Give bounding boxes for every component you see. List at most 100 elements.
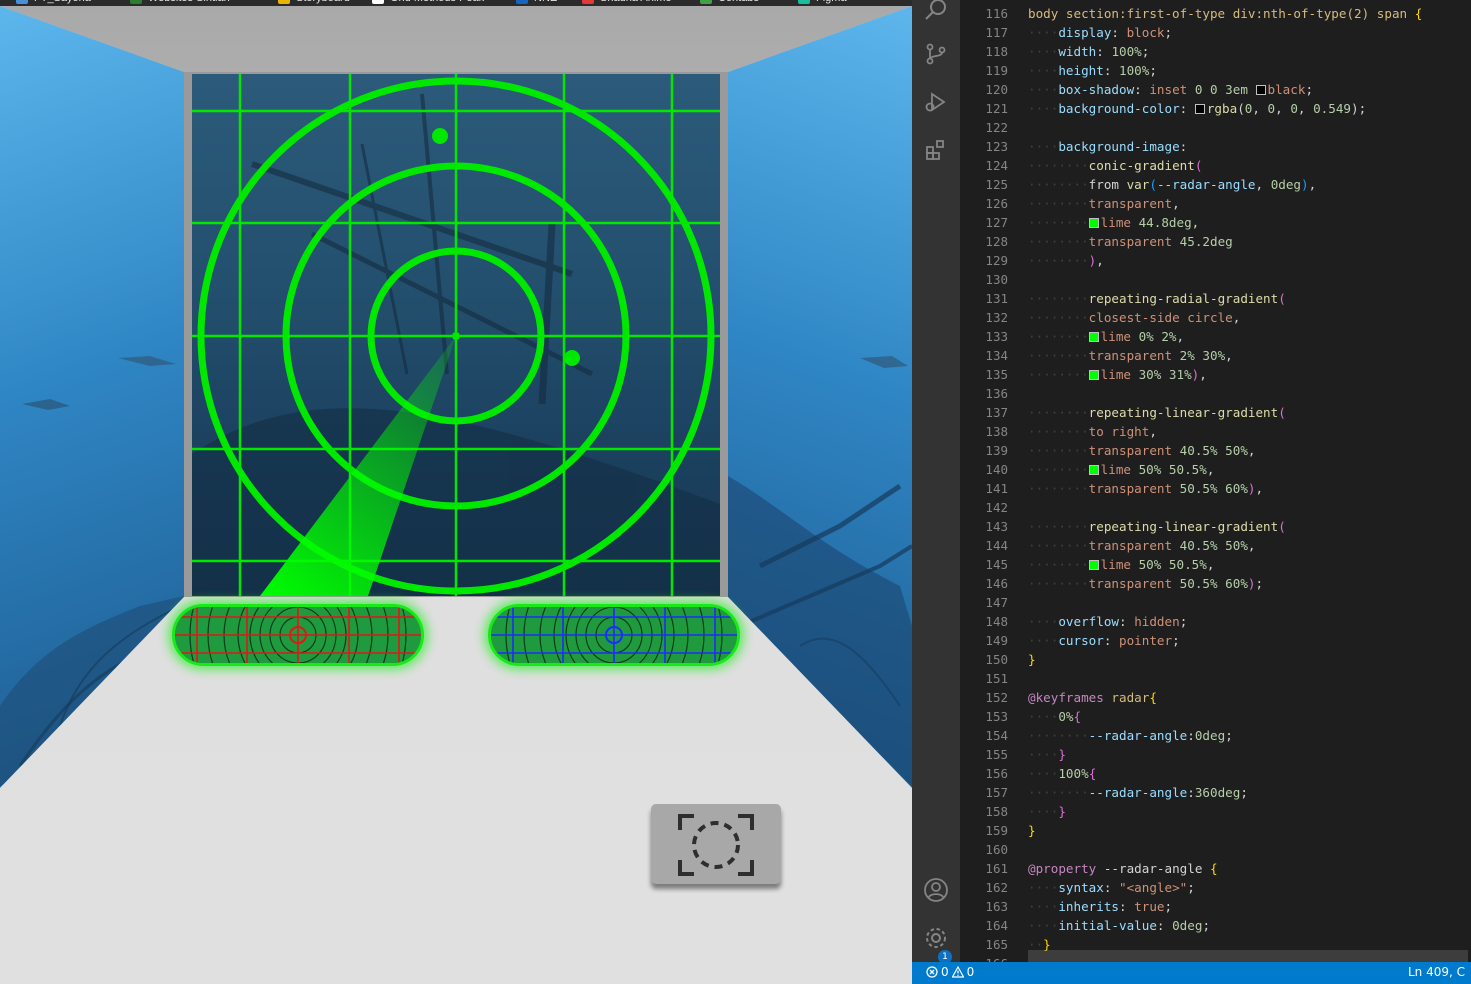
color-swatch[interactable] bbox=[1088, 370, 1099, 380]
color-swatch[interactable] bbox=[1088, 332, 1099, 342]
code-line[interactable]: ····syntax: "<angle>"; bbox=[1028, 878, 1471, 897]
code-line[interactable]: ····background-color: rgba(0, 0, 0, 0.54… bbox=[1028, 99, 1471, 118]
code-line[interactable]: ········ lime 30% 31%), bbox=[1028, 365, 1471, 384]
code-line[interactable]: ········repeating-linear-gradient( bbox=[1028, 517, 1471, 536]
line-number: 123 bbox=[985, 139, 1008, 154]
code-line[interactable]: ········ lime 0% 2%, bbox=[1028, 327, 1471, 346]
code-line[interactable]: @keyframes radar{ bbox=[1028, 688, 1471, 707]
code-token: 0 0 3em bbox=[1194, 82, 1256, 97]
problems-indicator[interactable]: 0 0 bbox=[926, 965, 974, 979]
code-line[interactable]: ········from var(--radar-angle, 0deg), bbox=[1028, 175, 1471, 194]
line-number: 160 bbox=[985, 842, 1008, 857]
settings-gear-icon[interactable] bbox=[922, 924, 950, 952]
code-token: to right bbox=[1088, 424, 1150, 439]
radar-display[interactable] bbox=[192, 74, 720, 596]
bookmark-item[interactable]: Ghd Methods Peak bbox=[372, 0, 484, 5]
bookmark-item[interactable]: Figma bbox=[798, 0, 847, 5]
bookmark-item[interactable]: Websites Sintian bbox=[130, 0, 230, 5]
color-swatch[interactable] bbox=[1088, 560, 1099, 570]
code-line[interactable]: ········transparent 2% 30%, bbox=[1028, 346, 1471, 365]
code-line[interactable]: } bbox=[1028, 650, 1471, 669]
code-line[interactable]: ····initial-value: 0deg; bbox=[1028, 916, 1471, 935]
warning-count: 0 bbox=[966, 965, 975, 979]
code-line[interactable]: ····cursor: pointer; bbox=[1028, 631, 1471, 650]
bookmark-icon bbox=[700, 0, 712, 4]
code-line[interactable]: ········conic-gradient( bbox=[1028, 156, 1471, 175]
code-line[interactable]: @property --radar-angle { bbox=[1028, 859, 1471, 878]
bookmark-item[interactable]: FT_Sayona bbox=[16, 0, 91, 5]
code-line[interactable]: ········), bbox=[1028, 251, 1471, 270]
code-line[interactable]: ········transparent 50.5% 60%), bbox=[1028, 479, 1471, 498]
code-line[interactable]: ····height: 100%; bbox=[1028, 61, 1471, 80]
code-line[interactable] bbox=[1028, 498, 1471, 517]
code-line[interactable]: ········repeating-radial-gradient( bbox=[1028, 289, 1471, 308]
code-line[interactable]: ····} bbox=[1028, 745, 1471, 764]
bookmark-item[interactable]: Storyboard bbox=[278, 0, 350, 5]
code-line[interactable]: ····100%{ bbox=[1028, 764, 1471, 783]
code-line[interactable]: ········--radar-angle:360deg; bbox=[1028, 783, 1471, 802]
extensions-icon[interactable] bbox=[922, 136, 950, 164]
code-token: ···· bbox=[1028, 709, 1059, 724]
fullscreen-button[interactable] bbox=[651, 804, 781, 884]
code-token: ( bbox=[1237, 101, 1245, 116]
code-token: 0 bbox=[1290, 101, 1298, 116]
code-editor[interactable]: 116 117 118 119 120 121 122 123 124 125 126 127 128 1… bbox=[960, 0, 1471, 962]
bookmark-item[interactable]: Shadha Anime bbox=[582, 0, 672, 5]
line-number: 131 bbox=[985, 291, 1008, 306]
bookmark-item[interactable]: NNE bbox=[516, 0, 557, 5]
radar-thumbnail-red[interactable] bbox=[172, 604, 424, 666]
line-number: 155 bbox=[985, 747, 1008, 762]
color-swatch[interactable] bbox=[1088, 218, 1099, 228]
code-line[interactable] bbox=[1028, 118, 1471, 137]
code-line[interactable]: ····background-image: bbox=[1028, 137, 1471, 156]
code-line[interactable]: body section:first-of-type div:nth-of-ty… bbox=[1028, 4, 1471, 23]
code-line[interactable]: ····overflow: hidden; bbox=[1028, 612, 1471, 631]
code-line[interactable] bbox=[1028, 593, 1471, 612]
account-icon[interactable] bbox=[922, 876, 950, 904]
code-line[interactable]: ········ lime 50% 50.5%, bbox=[1028, 460, 1471, 479]
bookmark-item[interactable]: Contabs bbox=[700, 0, 759, 5]
code-line[interactable]: ········ lime 50% 50.5%, bbox=[1028, 555, 1471, 574]
run-debug-icon[interactable] bbox=[922, 88, 950, 116]
code-line[interactable] bbox=[1028, 840, 1471, 859]
code-token: lime bbox=[1100, 462, 1139, 477]
color-swatch[interactable] bbox=[1194, 104, 1205, 114]
cursor-position[interactable]: Ln 409, C bbox=[1408, 965, 1465, 979]
code-line[interactable]: } bbox=[1028, 821, 1471, 840]
color-swatch[interactable] bbox=[1255, 85, 1266, 95]
code-token: transparent bbox=[1088, 481, 1180, 496]
code-token: } bbox=[1028, 652, 1036, 667]
code-line[interactable]: ········closest-side circle, bbox=[1028, 308, 1471, 327]
radar-thumbnail-blue[interactable] bbox=[488, 604, 740, 666]
color-swatch[interactable] bbox=[1088, 465, 1099, 475]
code-line[interactable]: ········transparent 40.5% 50%, bbox=[1028, 536, 1471, 555]
code-line[interactable]: ····width: 100%; bbox=[1028, 42, 1471, 61]
code-line[interactable] bbox=[1028, 384, 1471, 403]
line-number: 127 bbox=[985, 215, 1008, 230]
code-line[interactable] bbox=[1028, 669, 1471, 688]
code-line[interactable]: ········--radar-angle:0deg; bbox=[1028, 726, 1471, 745]
code-line[interactable]: ····display: block; bbox=[1028, 23, 1471, 42]
code-token: ········ bbox=[1028, 234, 1089, 249]
code-line[interactable]: ····} bbox=[1028, 802, 1471, 821]
code-line[interactable]: ····inherits: true; bbox=[1028, 897, 1471, 916]
code-line[interactable]: ········transparent 45.2deg bbox=[1028, 232, 1471, 251]
code-token: : bbox=[1156, 918, 1173, 933]
code-line[interactable]: ········ lime 44.8deg, bbox=[1028, 213, 1471, 232]
code-line[interactable]: ····box-shadow: inset 0 0 3em black; bbox=[1028, 80, 1471, 99]
code-lines[interactable]: body section:first-of-type div:nth-of-ty… bbox=[1028, 4, 1471, 962]
line-number: 151 bbox=[985, 671, 1008, 686]
code-line[interactable]: ········repeating-linear-gradient( bbox=[1028, 403, 1471, 422]
code-line[interactable]: ········transparent 40.5% 50%, bbox=[1028, 441, 1471, 460]
code-line[interactable] bbox=[1028, 270, 1471, 289]
search-icon[interactable] bbox=[922, 0, 950, 24]
horizontal-scrollbar[interactable] bbox=[1028, 950, 1468, 962]
code-line[interactable]: ····0%{ bbox=[1028, 707, 1471, 726]
code-line[interactable]: ········transparent, bbox=[1028, 194, 1471, 213]
code-line[interactable]: ········transparent 50.5% 60%); bbox=[1028, 574, 1471, 593]
code-line[interactable]: ········to right, bbox=[1028, 422, 1471, 441]
vscode-window: 1 116 117 118 119 120 121 122 123 124 125 126 127 12… bbox=[912, 0, 1471, 984]
code-token: 100% bbox=[1119, 63, 1150, 78]
source-control-icon[interactable] bbox=[922, 40, 950, 68]
code-token: ···· bbox=[1028, 766, 1059, 781]
